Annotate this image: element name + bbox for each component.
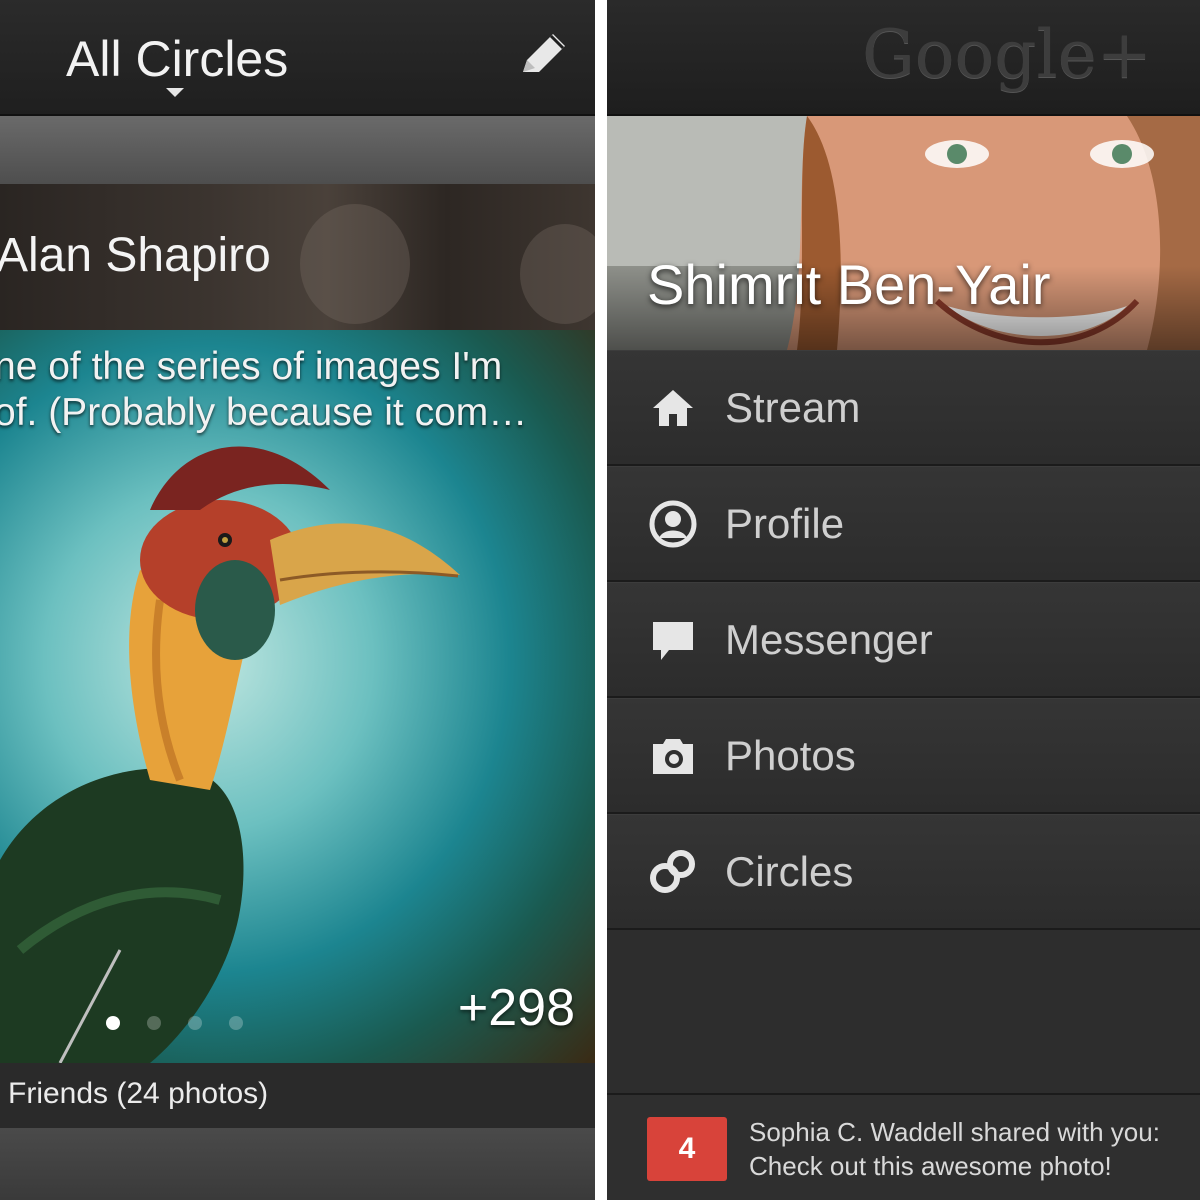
menu-item-messenger[interactable]: Messenger: [607, 582, 1200, 698]
post-text[interactable]: ne of the series of images I'm of. (Prob…: [0, 344, 594, 436]
post-text-line: of. (Probably because it com…: [0, 391, 528, 434]
circles-icon: [650, 850, 695, 893]
menu-item-profile[interactable]: Profile: [607, 466, 1200, 582]
chevron-down-icon[interactable]: [166, 88, 184, 97]
stream-top-bar: All Circles: [0, 0, 595, 116]
pager-dot[interactable]: [229, 1016, 243, 1030]
menu-item-label: Circles: [725, 848, 854, 895]
post-photo[interactable]: ne of the series of images I'm of. (Prob…: [0, 330, 595, 1063]
profile-cover[interactable]: Shimrit Ben-Yair: [607, 116, 1200, 350]
profile-name[interactable]: Shimrit Ben-Yair: [647, 252, 1051, 317]
notification-bar[interactable]: 4 Sophia C. Waddell shared with you: Che…: [607, 1093, 1200, 1200]
pager-dot[interactable]: [147, 1016, 161, 1030]
stream-bottom-strip: [0, 1128, 595, 1200]
pager-dot-active[interactable]: [106, 1016, 120, 1030]
post-author-name[interactable]: Alan Shapiro: [0, 228, 271, 283]
menu-item-label: Stream: [725, 384, 861, 431]
menu-item-photos[interactable]: Photos: [607, 698, 1200, 814]
more-photos-count[interactable]: +298: [458, 978, 575, 1038]
circles-selector[interactable]: All Circles: [66, 30, 288, 88]
stream-panel: All Circles Alan Shapiro ne of the serie…: [0, 0, 595, 1200]
speech-bubble-icon: [653, 622, 693, 660]
pager-dot[interactable]: [188, 1016, 202, 1030]
author-banner: Alan Shapiro: [0, 184, 595, 330]
post-card[interactable]: Alan Shapiro ne of the series of images …: [0, 184, 595, 1128]
notification-text: Check out this awesome photo!: [749, 1151, 1112, 1181]
home-icon: [653, 390, 693, 426]
profile-icon: [649, 500, 697, 548]
album-label: Friends (24 photos): [8, 1077, 269, 1110]
camera-icon: [653, 739, 693, 774]
stream-divider: [0, 116, 595, 184]
hornbill-image: [0, 446, 460, 1063]
album-bar[interactable]: Friends (24 photos): [0, 1063, 595, 1128]
nav-menu: Stream Profile Messenger Photos Circles: [607, 350, 1200, 930]
menu-item-label: Profile: [725, 500, 845, 547]
menu-item-label: Photos: [725, 732, 856, 779]
pencil-icon[interactable]: [515, 28, 571, 84]
menu-item-circles[interactable]: Circles: [607, 814, 1200, 930]
notification-text: Sophia C. Waddell shared with you:: [749, 1117, 1160, 1147]
menu-item-stream[interactable]: Stream: [607, 350, 1200, 466]
google-plus-logo: Google+: [862, 16, 1152, 93]
navigation-panel: Google+ Shimrit Ben-Yair Stream Profile …: [607, 0, 1200, 1200]
photo-pager[interactable]: [106, 1016, 270, 1035]
menu-item-label: Messenger: [725, 616, 933, 663]
post-text-line: ne of the series of images I'm: [0, 345, 503, 388]
app-header: Google+: [607, 0, 1200, 116]
notification-count-badge[interactable]: 4: [647, 1117, 727, 1181]
